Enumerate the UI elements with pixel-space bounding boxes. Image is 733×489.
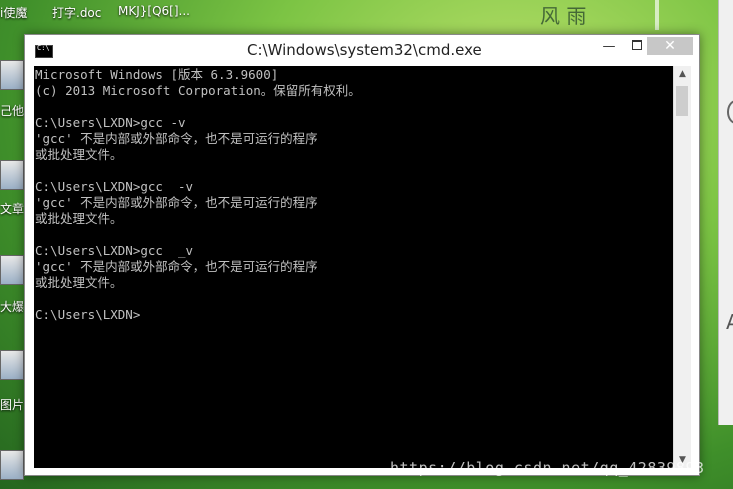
console-line: C:\Users\LXDN>gcc -v xyxy=(35,115,186,130)
circle-icon xyxy=(727,100,733,124)
console-line: 'gcc' 不是内部或外部命令，也不是可运行的程序 xyxy=(35,259,318,274)
desktop-file-icon[interactable] xyxy=(0,60,24,90)
scrollbar-thumb[interactable] xyxy=(676,86,688,116)
console-line: 'gcc' 不是内部或外部命令，也不是可运行的程序 xyxy=(35,195,318,210)
maximize-icon xyxy=(632,40,642,50)
desktop-file-icon[interactable] xyxy=(0,450,24,480)
desktop-side-label-4[interactable]: 图片 xyxy=(0,396,24,413)
console-line: Microsoft Windows [版本 6.3.9600] xyxy=(35,67,279,82)
watermark-text: https://blog.csdn.net/qq_42839893 xyxy=(390,459,705,477)
cmd-window[interactable]: C:\ C:\Windows\system32\cmd.exe — ✕ Micr… xyxy=(24,34,700,476)
desktop-side-label-2[interactable]: 文章 xyxy=(0,200,24,217)
console-output[interactable]: Microsoft Windows [版本 6.3.9600] (c) 2013… xyxy=(34,66,673,468)
title-bar[interactable]: C:\ C:\Windows\system32\cmd.exe — ✕ xyxy=(25,35,699,66)
desktop-label-2[interactable]: 打字.doc xyxy=(52,4,101,21)
desktop-label-1[interactable]: i使魔 xyxy=(0,4,27,21)
console-line: (c) 2013 Microsoft Corporation。保留所有权利。 xyxy=(35,83,361,98)
console-line: 或批处理文件。 xyxy=(35,211,123,226)
console-line: 或批处理文件。 xyxy=(35,275,123,290)
panel-glyph: A xyxy=(726,310,733,334)
window-title: C:\Windows\system32\cmd.exe xyxy=(247,41,482,59)
background-calligraphy: 风 雨 xyxy=(540,4,587,28)
scroll-up-button[interactable]: ▲ xyxy=(674,66,691,82)
close-button[interactable]: ✕ xyxy=(647,37,693,55)
desktop-label-3[interactable]: MKJ}[Q6[]... xyxy=(118,4,190,18)
console-prompt[interactable]: C:\Users\LXDN> xyxy=(35,307,140,323)
desktop-file-icon[interactable] xyxy=(0,160,24,190)
cmd-icon[interactable]: C:\ xyxy=(35,44,53,58)
console-line: C:\Users\LXDN>gcc _v xyxy=(35,243,194,258)
desktop-folder-icon[interactable] xyxy=(0,255,24,285)
minimize-button[interactable]: — xyxy=(596,39,622,55)
console-line: C:\Users\LXDN>gcc -v xyxy=(35,179,194,194)
desktop-image-icon[interactable] xyxy=(0,350,24,380)
desktop-side-label-3[interactable]: 大爆 xyxy=(0,298,24,315)
background-decoration xyxy=(655,0,723,30)
console-line: 'gcc' 不是内部或外部命令，也不是可运行的程序 xyxy=(35,131,318,146)
right-side-window: A xyxy=(718,0,733,425)
console-line: 或批处理文件。 xyxy=(35,147,123,162)
vertical-scrollbar[interactable]: ▲ ▼ xyxy=(673,66,691,468)
desktop-side-label-1[interactable]: 己他 xyxy=(0,102,24,119)
